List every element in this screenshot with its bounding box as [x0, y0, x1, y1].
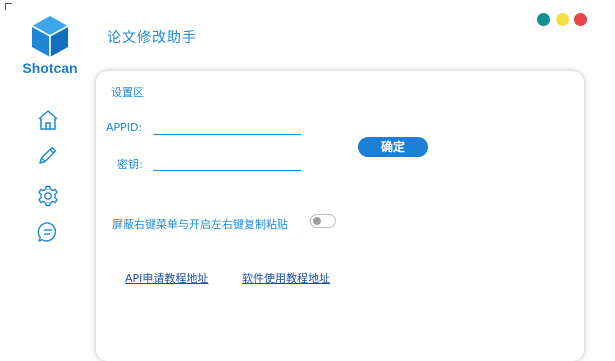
- window-dot-teal[interactable]: [537, 13, 550, 26]
- sidebar-item-settings[interactable]: [36, 184, 60, 208]
- appid-input[interactable]: [153, 116, 301, 135]
- pencil-icon: [39, 146, 57, 164]
- sidebar-item-messages[interactable]: [36, 220, 60, 244]
- app-title: 论文修改助手: [107, 30, 197, 46]
- chat-icon: [37, 222, 57, 242]
- toggle-knob: [313, 217, 321, 225]
- window-dot-red[interactable]: [574, 13, 587, 26]
- window-dot-yellow[interactable]: [556, 13, 569, 26]
- confirm-button[interactable]: 确定: [358, 137, 428, 157]
- settings-panel: 设置区 APPID: 密钥: 确定 屏蔽右键菜单与开启左右键复制粘贴 API申请…: [96, 71, 584, 361]
- software-tutorial-link[interactable]: 软件使用教程地址: [242, 270, 330, 286]
- cube-logo-icon: [31, 16, 69, 57]
- appid-label: APPID:: [106, 121, 143, 134]
- home-icon: [38, 110, 58, 130]
- sidebar-item-home[interactable]: [36, 108, 60, 132]
- copy-paste-toggle[interactable]: [310, 214, 336, 228]
- gear-icon: [38, 185, 58, 207]
- toggle-label: 屏蔽右键菜单与开启左右键复制粘贴: [112, 218, 288, 231]
- window-corner-mark: [5, 3, 12, 10]
- key-label: 密钥:: [117, 158, 143, 171]
- sidebar-item-edit[interactable]: [36, 143, 60, 167]
- key-input[interactable]: [153, 152, 301, 171]
- api-tutorial-link[interactable]: API申请教程地址: [125, 270, 208, 286]
- brand-name: Shotcan: [22, 60, 78, 76]
- section-title: 设置区: [111, 86, 144, 99]
